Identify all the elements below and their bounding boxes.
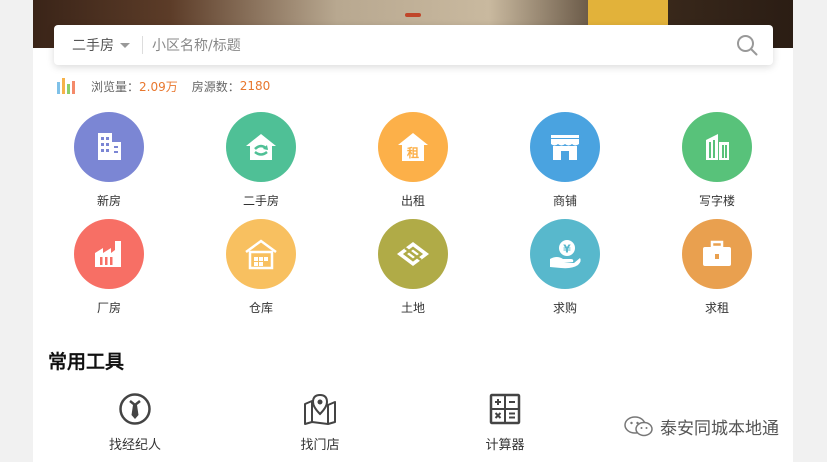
office-building-icon: [706, 134, 729, 160]
map-pin-icon: [304, 393, 336, 425]
category-label: 出租: [400, 194, 425, 208]
search-type-label: 二手房: [72, 38, 114, 54]
search-type-dropdown[interactable]: 二手房: [54, 35, 130, 55]
category-warehouse[interactable]: 仓库: [211, 219, 311, 316]
agent-icon: [119, 393, 151, 425]
tool-find-store[interactable]: 找门店: [275, 392, 365, 453]
bar-chart-icon: [57, 78, 77, 94]
briefcase-icon: [703, 240, 731, 266]
category-rent-request[interactable]: 求租: [667, 219, 767, 316]
chevron-down-icon: [120, 42, 130, 48]
listings-label: 房源数：: [191, 79, 240, 94]
category-label: 求购: [552, 301, 577, 315]
search-icon[interactable]: [735, 33, 759, 57]
page: 二手房 小区名称/标题 浏览量： 2.09万 房源数： 2180 新房 二手房 …: [33, 0, 793, 462]
svg-text:租: 租: [407, 146, 419, 160]
tool-label: 找门店: [300, 438, 340, 453]
category-label: 二手房: [242, 194, 279, 208]
watermark: 泰安同城本地通: [622, 414, 779, 439]
search-bar[interactable]: 二手房 小区名称/标题: [54, 25, 773, 65]
shop-icon: [551, 135, 579, 160]
category-label: 商铺: [552, 194, 577, 208]
stats-bar: 浏览量： 2.09万 房源数： 2180: [57, 76, 270, 96]
house-exchange-icon: [246, 134, 276, 160]
tool-label: 计算器: [485, 438, 525, 453]
category-rent[interactable]: 租 出租: [363, 112, 463, 209]
tools-section-title: 常用工具: [48, 351, 125, 373]
category-label: 新房: [96, 194, 121, 208]
category-label: 写字楼: [698, 194, 735, 208]
category-label: 土地: [400, 301, 425, 315]
category-new-house[interactable]: 新房: [59, 112, 159, 209]
carousel-indicator: [405, 13, 421, 17]
land-icon: [397, 242, 429, 266]
building-icon: [98, 133, 121, 160]
category-label: 厂房: [96, 301, 121, 315]
category-label: 求租: [704, 301, 729, 315]
hand-money-icon: ¥: [550, 240, 581, 269]
category-second-hand[interactable]: 二手房: [211, 112, 311, 209]
wechat-icon: [624, 415, 653, 436]
listings-value: 2180: [239, 79, 271, 93]
warehouse-icon: [245, 239, 277, 270]
factory-icon: [95, 241, 121, 267]
rent-house-icon: 租: [398, 133, 428, 161]
category-label: 仓库: [248, 301, 273, 315]
tool-find-agent[interactable]: 找经纪人: [90, 392, 180, 453]
watermark-text: 泰安同城本地通: [660, 419, 779, 439]
tool-calculator[interactable]: 计算器: [460, 392, 550, 453]
views-value: 2.09万: [139, 79, 178, 94]
category-buy-request[interactable]: ¥ 求购: [515, 219, 615, 316]
svg-text:¥: ¥: [563, 243, 571, 256]
category-land[interactable]: 土地: [363, 219, 463, 316]
tool-label: 找经纪人: [108, 438, 161, 453]
category-factory[interactable]: 厂房: [59, 219, 159, 316]
search-input[interactable]: 小区名称/标题: [152, 35, 735, 55]
divider: [142, 36, 143, 54]
views-label: 浏览量：: [91, 79, 140, 94]
category-shop[interactable]: 商铺: [515, 112, 615, 209]
category-office[interactable]: 写字楼: [667, 112, 767, 209]
calculator-icon: [489, 393, 521, 425]
